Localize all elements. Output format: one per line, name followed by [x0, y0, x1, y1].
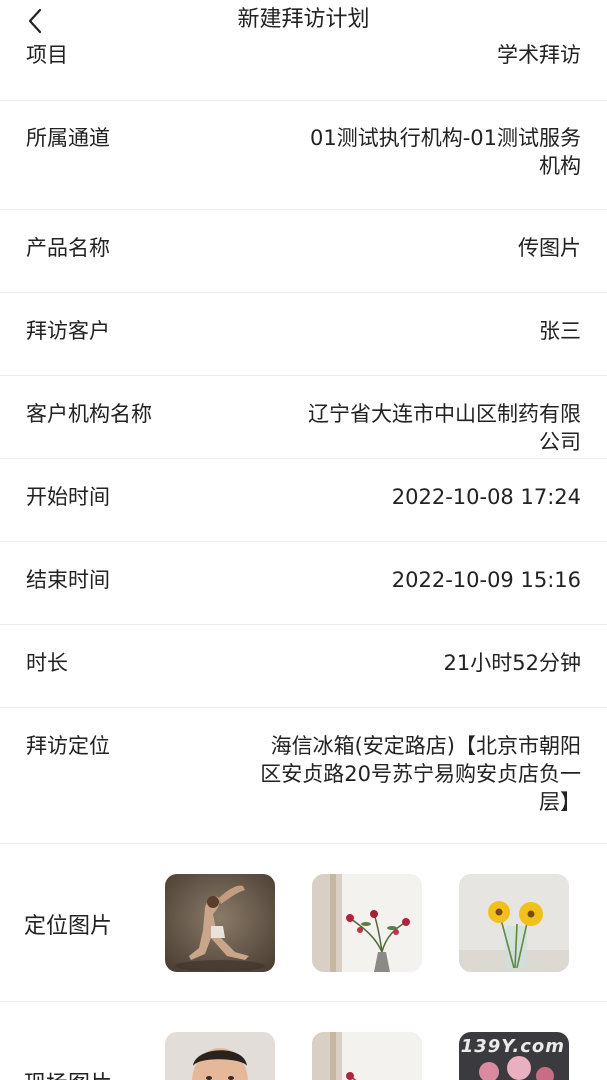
form-row-duration[interactable]: 时长 21小时52分钟: [0, 625, 607, 708]
yoga-pose-photo[interactable]: [165, 874, 275, 972]
field-label: 定位图片: [24, 914, 113, 939]
field-value: 2022-10-09 15:16: [391, 568, 581, 592]
page-title: 新建拜访计划: [237, 7, 370, 32]
man-portrait-photo[interactable]: [165, 1032, 275, 1080]
field-value: 01测试执行机构-01测试服务 机构: [309, 126, 581, 178]
form-row-product[interactable]: 产品名称 传图片: [0, 210, 607, 293]
field-value: 张三: [539, 319, 581, 343]
vase-flowers-photo[interactable]: [312, 874, 422, 972]
field-label: 现场图片: [24, 1066, 112, 1080]
form-row-location[interactable]: 拜访定位 海信冰箱(安定路店)【北京市朝阳 区安贞路20号苏宁易购安贞店负一 层…: [0, 708, 607, 844]
form-row-start-time[interactable]: 开始时间 2022-10-08 17:24: [0, 459, 607, 542]
field-value: 辽宁省大连市中山区制药有限 公司: [308, 402, 581, 454]
field-label: 客户机构名称: [26, 402, 152, 426]
form-row-project[interactable]: 项目 学术拜访: [0, 42, 607, 101]
field-label: 项目: [26, 43, 68, 67]
field-label: 拜访定位: [26, 734, 110, 758]
form-row-channel[interactable]: 所属通道 01测试执行机构-01测试服务 机构: [0, 100, 607, 210]
field-value: 传图片: [518, 236, 581, 260]
field-label: 所属通道: [26, 126, 110, 150]
field-label: 时长: [26, 651, 68, 675]
flowers-photo[interactable]: 139Y.com: [459, 1032, 569, 1080]
field-value: 学术拜访: [497, 43, 581, 67]
field-value: 21小时52分钟: [443, 651, 581, 675]
form-row-site-photos: 现场图片 139Y.com: [0, 1002, 607, 1080]
yellow-flowers-photo[interactable]: [459, 874, 569, 972]
form-row-customer-org[interactable]: 客户机构名称 辽宁省大连市中山区制药有限 公司: [0, 376, 607, 459]
field-value: 海信冰箱(安定路店)【北京市朝阳 区安贞路20号苏宁易购安贞店负一 层】: [260, 734, 581, 814]
field-label: 拜访客户: [26, 319, 110, 343]
form-row-end-time[interactable]: 结束时间 2022-10-09 15:16: [0, 542, 607, 625]
field-label: 结束时间: [26, 568, 110, 592]
vase-flowers-photo[interactable]: [312, 1032, 422, 1080]
form-row-location-photos: 定位图片: [0, 844, 607, 1002]
nav-header: 新建拜访计划: [0, 0, 607, 42]
watermark-logo: 139Y.com: [460, 1036, 565, 1057]
field-label: 开始时间: [26, 485, 110, 509]
form-row-customer[interactable]: 拜访客户 张三: [0, 293, 607, 376]
field-label: 产品名称: [26, 236, 110, 260]
field-value: 2022-10-08 17:24: [391, 485, 581, 509]
